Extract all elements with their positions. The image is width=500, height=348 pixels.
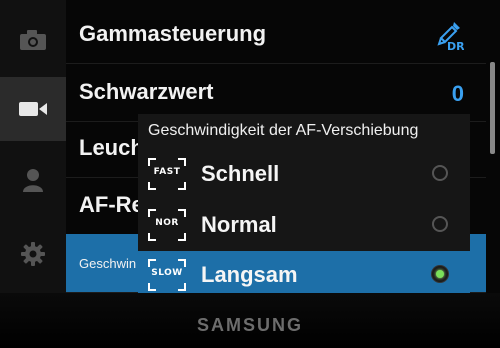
menu-row-label: AF-Re (79, 192, 144, 217)
menu-row-value: 0 (451, 81, 464, 106)
gear-icon (21, 242, 45, 266)
sidebar (0, 0, 66, 293)
option-label: Langsam (201, 262, 298, 287)
option-label: Normal (201, 212, 277, 237)
scrollbar[interactable] (490, 62, 495, 154)
menu-row-gamma[interactable]: Gammasteuerung DR (66, 5, 486, 64)
person-icon (23, 169, 43, 192)
normal-speed-icon: NOR (148, 209, 186, 241)
sidebar-item-custom[interactable] (0, 148, 66, 212)
video-camera-icon (19, 102, 47, 116)
option-normal[interactable]: NOR Normal (138, 201, 470, 249)
popup-title: Geschwindigkeit der AF-Verschiebung (148, 122, 419, 139)
dr-icon-text: DR (447, 40, 464, 51)
fast-speed-icon: FAST (148, 158, 186, 190)
sidebar-item-video[interactable] (0, 77, 66, 141)
menu-row-label: Geschwin (79, 256, 137, 271)
radio-button[interactable] (432, 165, 448, 181)
sidebar-item-settings[interactable] (0, 222, 66, 286)
slow-speed-icon: SLOW (148, 259, 186, 291)
menu-row-label: Schwarzwert (79, 79, 214, 104)
af-speed-popup: Geschwindigkeit der AF-Verschiebung FAST… (138, 114, 470, 293)
brand-logo: SAMSUNG (196, 315, 303, 335)
camera-icon (20, 30, 46, 50)
option-slow[interactable]: SLOW Langsam (138, 251, 470, 293)
option-label: Schnell (201, 161, 280, 186)
dropper-dr-icon: DR (437, 22, 464, 51)
camera-bezel: SAMSUNG (0, 293, 500, 348)
sidebar-item-photo[interactable] (0, 8, 66, 72)
radio-button-selected[interactable] (432, 266, 448, 282)
menu-row-label: Gammasteuerung (79, 21, 267, 46)
radio-button[interactable] (432, 216, 448, 232)
option-fast[interactable]: FAST Schnell (138, 150, 470, 198)
menu-row-label: Leuch (79, 135, 144, 160)
camera-menu-screen: Gammasteuerung DR Schwarzwert 0 Leuch AF… (0, 0, 500, 293)
